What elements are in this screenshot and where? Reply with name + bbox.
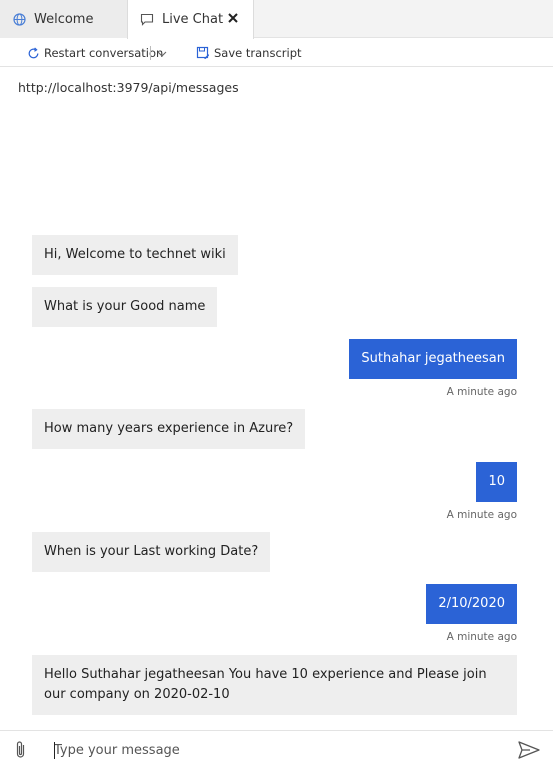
refresh-icon [26, 46, 40, 60]
save-icon [196, 46, 210, 60]
toolbar-divider [150, 46, 151, 60]
restart-options-button[interactable] [155, 39, 169, 67]
chevron-down-icon [157, 46, 167, 60]
globe-icon [12, 12, 26, 26]
message-timestamp: A minute ago [446, 509, 517, 521]
message-timestamp: A minute ago [446, 631, 517, 643]
paperclip-icon[interactable] [12, 739, 30, 761]
user-message: 10 [476, 462, 517, 502]
bot-message: Hi, Welcome to technet wiki [32, 235, 238, 275]
message-timestamp: A minute ago [446, 386, 517, 398]
user-message: 2/10/2020 [426, 584, 517, 624]
tab-bar: Welcome Live Chat [0, 0, 553, 39]
tab-welcome-label: Welcome [34, 11, 94, 27]
tab-live-chat[interactable]: Live Chat [127, 0, 254, 39]
chat-bubble-icon [140, 13, 154, 27]
send-icon[interactable] [517, 740, 541, 760]
restart-conversation-label: Restart conversation [44, 46, 164, 60]
save-transcript-label: Save transcript [214, 46, 302, 60]
restart-conversation-button[interactable]: Restart conversation [26, 39, 163, 67]
bot-message: How many years experience in Azure? [32, 409, 306, 449]
close-icon[interactable] [225, 10, 241, 26]
bot-message: Hello Suthahar jegatheesan You have 10 e… [32, 655, 517, 715]
user-message: Suthahar jegatheesan [349, 339, 517, 379]
tab-live-chat-label: Live Chat [162, 12, 224, 27]
tab-welcome[interactable]: Welcome [0, 0, 127, 38]
message-input[interactable] [54, 739, 494, 761]
bot-message: When is your Last working Date? [32, 532, 271, 572]
text-caret [54, 742, 55, 759]
bot-message: What is your Good name [32, 287, 218, 327]
endpoint-url: http://localhost:3979/api/messages [18, 80, 239, 95]
save-transcript-button[interactable]: Save transcript [196, 39, 302, 67]
composer [0, 730, 553, 768]
toolbar: Restart conversation Save transcript [0, 39, 553, 67]
